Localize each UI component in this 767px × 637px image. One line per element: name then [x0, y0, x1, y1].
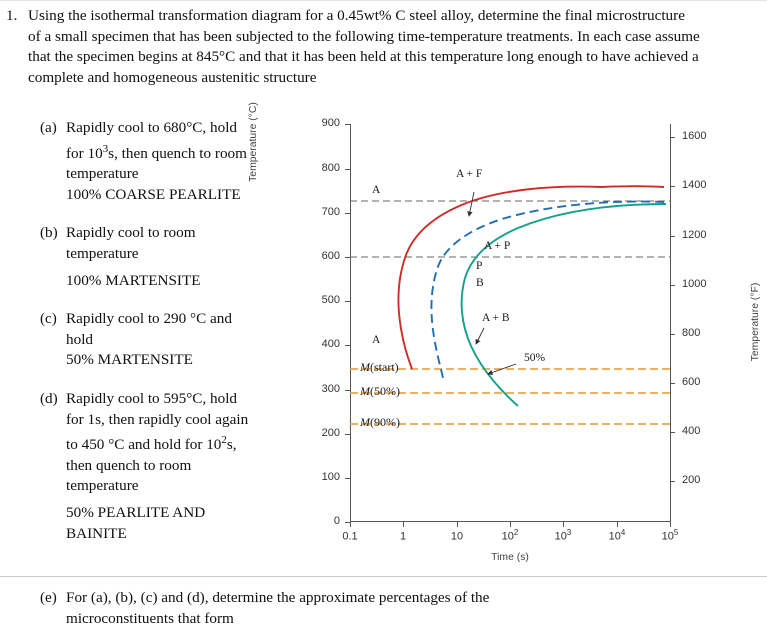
part-c-line1: Rapidly cool to 290 °C and	[66, 310, 232, 328]
part-e-label: (e)	[40, 589, 57, 606]
part-d-answer-line2: BAINITE	[66, 524, 127, 542]
question-stem: Using the isothermal transformation diag…	[28, 7, 700, 86]
chart-ylabel-left: Temperature (°C)	[248, 102, 259, 182]
part-b-line1: Rapidly cool to room	[66, 224, 196, 242]
part-a: (a) Rapidly cool to 680°C, hold for 103s…	[40, 118, 320, 205]
leader-arrow-a-plus-f	[467, 191, 475, 217]
part-e-body: For (a), (b), (c) and (d), determine the…	[66, 588, 680, 629]
part-e-line2: microconstituents that form	[66, 609, 234, 627]
label-a-plus-p: A + P	[484, 240, 511, 252]
part-a-label: (a)	[40, 119, 57, 136]
part-b: (b) Rapidly cool to room temperature 100…	[40, 223, 320, 291]
part-d-line1: Rapidly cool to 595°C, hold	[66, 390, 238, 407]
part-a-line2-post: s, then quench to room	[108, 144, 247, 162]
transformation-finish-curve	[460, 203, 667, 407]
part-d-line3: to 450 °C and hold for 102s,	[66, 430, 320, 456]
leader-arrow-a-plus-b	[475, 327, 485, 345]
isothermal-transformation-diagram: Temperature (°C) Temperature (°F) Time (…	[248, 102, 762, 574]
part-c: (c) Rapidly cool to 290 °C and hold 50% …	[40, 309, 320, 371]
label-a-plus-b: A + B	[482, 312, 510, 324]
part-c-answer: 50% MARTENSITE	[66, 351, 193, 369]
fifty-percent-curve	[430, 200, 665, 379]
part-e: (e) For (a), (b), (c) and (d), determine…	[40, 588, 680, 629]
part-a-line3: temperature	[66, 165, 139, 183]
part-a-line1: Rapidly cool to 680°C, hold	[66, 119, 238, 136]
label-austenite-lower: A	[372, 334, 381, 346]
question-parts: (a) Rapidly cool to 680°C, hold for 103s…	[40, 118, 320, 544]
transformation-start-curve	[397, 185, 603, 370]
part-b-line2: temperature	[66, 245, 139, 263]
label-bainite: B	[476, 277, 484, 289]
part-b-label: (b)	[40, 224, 58, 242]
part-c-line2: hold	[66, 330, 94, 348]
label-m-90: M(90%)	[360, 415, 400, 429]
part-b-answer: 100% MARTENSITE	[66, 271, 201, 289]
label-m-start: MM(start)(start)	[360, 360, 399, 374]
part-b-body: Rapidly cool to room temperature	[66, 223, 320, 264]
chart-curves	[350, 185, 670, 425]
transformation-start-curve-tail	[601, 185, 665, 188]
label-m-50: M(50%)	[360, 384, 400, 398]
part-d-line5: temperature	[66, 477, 139, 495]
top-divider	[0, 0, 767, 1]
part-d: (d) Rapidly cool to 595°C, hold for 1s, …	[40, 389, 320, 544]
label-fifty-percent: 50%	[524, 352, 546, 364]
part-d-label: (d)	[40, 390, 58, 407]
part-d-line4: then quench to room	[66, 456, 192, 474]
part-d-line3-post: s,	[226, 436, 237, 454]
part-c-body: Rapidly cool to 290 °C and hold	[66, 309, 320, 350]
part-a-answer: 100% COARSE PEARLITE	[66, 185, 241, 203]
part-c-label: (c)	[40, 310, 57, 328]
part-d-line2: for 1s, then rapidly cool again	[66, 410, 249, 428]
part-a-line2: for 103s, then quench to room	[66, 139, 320, 165]
question-number: 1.	[6, 7, 18, 24]
bottom-divider	[0, 576, 767, 577]
label-austenite-upper: A	[372, 184, 381, 196]
part-a-line2-pre: for 10	[66, 144, 103, 162]
part-e-line1: For (a), (b), (c) and (d), determine the…	[66, 589, 490, 606]
part-d-body: Rapidly cool to 595°C, hold for 1s, then…	[66, 389, 320, 497]
label-a-plus-f: A + F	[456, 168, 483, 180]
part-d-line3-pre: to 450 °C and hold for 10	[66, 436, 222, 454]
part-a-body: Rapidly cool to 680°C, hold for 103s, th…	[66, 118, 320, 185]
worksheet-page: 1. Using the isothermal transformation d…	[0, 0, 767, 637]
label-pearlite: P	[476, 260, 483, 272]
part-d-answer-line1: 50% PEARLITE AND	[66, 504, 206, 522]
